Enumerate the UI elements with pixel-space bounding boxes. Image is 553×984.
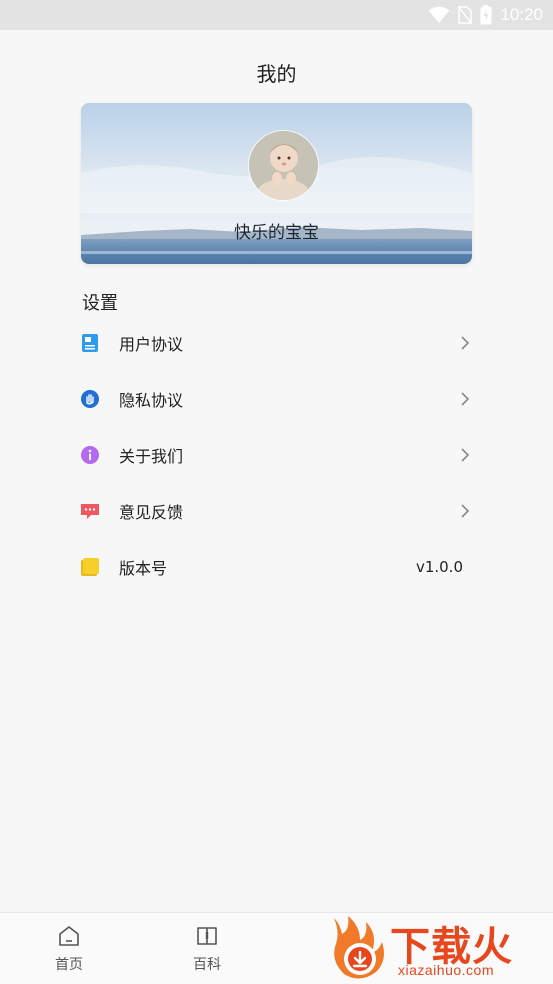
menu-label-version: 版本号 <box>119 559 168 578</box>
tab-encyclopedia[interactable]: 百科 <box>157 913 257 984</box>
flame-logo-icon <box>334 916 384 979</box>
no-sim-icon <box>458 6 473 24</box>
wifi-icon <box>428 6 450 23</box>
note-icon <box>81 558 99 576</box>
chevron-right-icon <box>461 336 470 350</box>
chevron-right-icon <box>461 448 470 462</box>
book-icon <box>197 927 217 945</box>
tab-label-encyclopedia: 百科 <box>193 957 221 973</box>
menu-label-privacy-policy: 隐私协议 <box>119 391 184 410</box>
watermark-url: xiazaihuo.com <box>398 962 494 978</box>
home-icon <box>59 926 79 946</box>
battery-icon <box>480 5 492 25</box>
menu-label-user-agreement: 用户协议 <box>119 335 184 354</box>
chevron-right-icon <box>461 504 470 518</box>
menu-item-feedback[interactable]: 意见反馈 <box>81 488 473 534</box>
version-value: v1.0.0 <box>415 558 463 576</box>
info-icon <box>81 446 99 464</box>
menu-item-privacy-policy[interactable]: 隐私协议 <box>81 376 473 422</box>
username: 快乐的宝宝 <box>234 223 319 243</box>
tab-label-home: 首页 <box>55 957 83 973</box>
status-icons: 10:20 <box>428 3 543 27</box>
menu-item-about-us[interactable]: 关于我们 <box>81 432 473 478</box>
status-bar: 10:20 <box>0 0 553 30</box>
profile-card: 快乐的宝宝 <box>81 103 472 264</box>
menu-item-user-agreement[interactable]: 用户协议 <box>81 320 473 366</box>
settings-section-title: 设置 <box>82 293 118 314</box>
document-icon <box>81 334 99 352</box>
menu-label-feedback: 意见反馈 <box>119 503 184 522</box>
menu-label-about-us: 关于我们 <box>119 447 184 466</box>
menu-item-version: 版本号 v1.0.0 <box>81 544 473 590</box>
hand-shield-icon <box>81 390 99 408</box>
status-time: 10:20 <box>500 5 543 24</box>
chevron-right-icon <box>461 392 470 406</box>
page-title: 我的 <box>256 62 297 86</box>
avatar[interactable] <box>248 130 319 201</box>
message-icon <box>81 502 99 520</box>
tab-home[interactable]: 首页 <box>19 913 119 984</box>
watermark-logo: 下载火 xiazaihuo.com <box>326 912 553 983</box>
